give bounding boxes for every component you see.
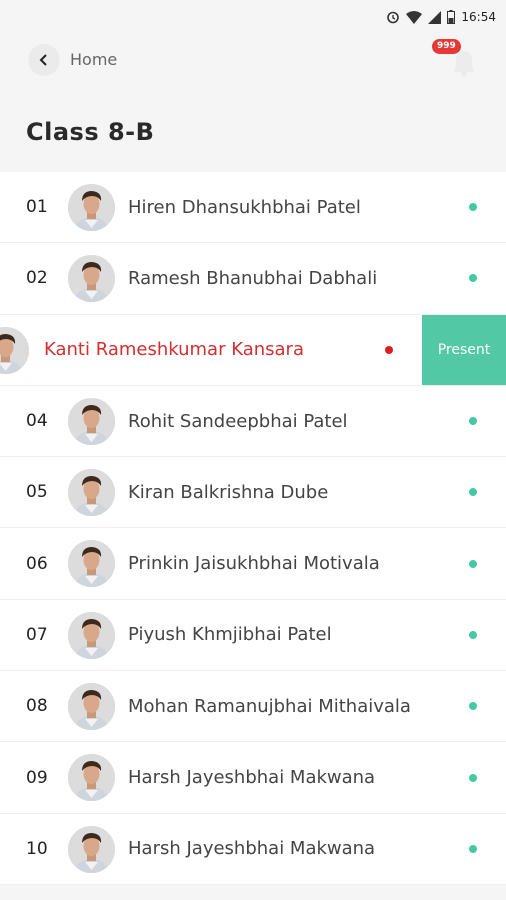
roll-number: 08	[26, 696, 48, 717]
avatar	[68, 184, 115, 231]
student-name: Piyush Khmjibhai Patel	[128, 624, 332, 646]
student-row[interactable]: 01 Hiren Dhansukhbhai Patel	[0, 172, 506, 244]
avatar	[68, 255, 115, 303]
roll-number: 10	[26, 838, 48, 859]
student-row[interactable]: 04 Rohit Sandeepbhai Patel	[0, 385, 506, 458]
attendance-status-dot	[469, 274, 477, 283]
student-row[interactable]: 07 Piyush Khmjibhai Patel	[0, 599, 506, 672]
avatar	[68, 683, 115, 731]
student-row[interactable]: 05 Kiran Balkrishna Dube	[0, 457, 506, 529]
status-bar: 16:54	[0, 0, 506, 34]
roll-number: 01	[26, 197, 48, 218]
avatar	[68, 397, 115, 445]
roll-number: 04	[26, 411, 48, 432]
student-name: Hiren Dhansukhbhai Patel	[128, 196, 361, 218]
signal-icon	[428, 10, 442, 24]
roll-number: 05	[26, 482, 48, 503]
attendance-status-dot	[469, 630, 477, 639]
avatar	[0, 326, 29, 374]
student-name: Ramesh Bhanubhai Dabhali	[128, 267, 378, 289]
header: Home 999	[0, 34, 506, 84]
avatar	[68, 469, 115, 517]
student-name: Kiran Balkrishna Dube	[128, 481, 329, 503]
student-row[interactable]: 08 Mohan Ramanujbhai Mithaivala	[0, 671, 506, 743]
student-name: Prinkin Jaisukhbhai Motivala	[128, 553, 380, 575]
mark-present-button[interactable]: Present	[422, 314, 506, 385]
attendance-status-dot	[469, 844, 477, 853]
roll-number: 07	[26, 624, 48, 645]
student-name: Kanti Rameshkumar Kansara	[44, 339, 304, 361]
back-label[interactable]: Home	[70, 50, 117, 69]
avatar	[68, 540, 115, 588]
chevron-left-icon	[39, 54, 47, 66]
roll-number: 02	[26, 268, 48, 289]
student-row[interactable]: 09 Harsh Jayeshbhai Makwana	[0, 742, 506, 814]
student-list: 01 Hiren Dhansukhbhai Patel 02 Ramesh Bh…	[0, 172, 506, 885]
back-button[interactable]	[28, 44, 60, 76]
student-row[interactable]: 03 Kanti Rameshkumar Kansara Present	[0, 314, 506, 386]
attendance-status-dot	[469, 702, 477, 711]
roll-number: 06	[26, 553, 48, 574]
student-name: Harsh Jayeshbhai Makwana	[128, 838, 376, 860]
student-name: Mohan Ramanujbhai Mithaivala	[128, 695, 411, 717]
roll-number: 09	[26, 767, 48, 788]
attendance-status-dot	[385, 345, 393, 354]
avatar	[68, 825, 115, 873]
student-name: Rohit Sandeepbhai Patel	[128, 410, 348, 432]
attendance-status-dot	[469, 773, 477, 782]
student-row[interactable]: 10 Harsh Jayeshbhai Makwana	[0, 813, 506, 885]
attendance-status-dot	[469, 417, 477, 426]
student-row[interactable]: 02 Ramesh Bhanubhai Dabhali	[0, 243, 506, 315]
battery-icon	[447, 10, 456, 24]
attendance-status-dot	[469, 559, 477, 568]
attendance-status-dot	[469, 203, 477, 212]
attendance-status-dot	[469, 488, 477, 497]
avatar	[68, 611, 115, 659]
student-row[interactable]: 06 Prinkin Jaisukhbhai Motivala	[0, 528, 506, 600]
status-time: 16:54	[461, 10, 496, 24]
wifi-icon	[406, 10, 423, 24]
avatar	[68, 754, 115, 802]
notification-badge: 999	[432, 39, 461, 54]
student-name: Harsh Jayeshbhai Makwana	[128, 767, 376, 789]
page-title: Class 8-B	[26, 118, 155, 146]
alarm-icon	[387, 11, 400, 24]
